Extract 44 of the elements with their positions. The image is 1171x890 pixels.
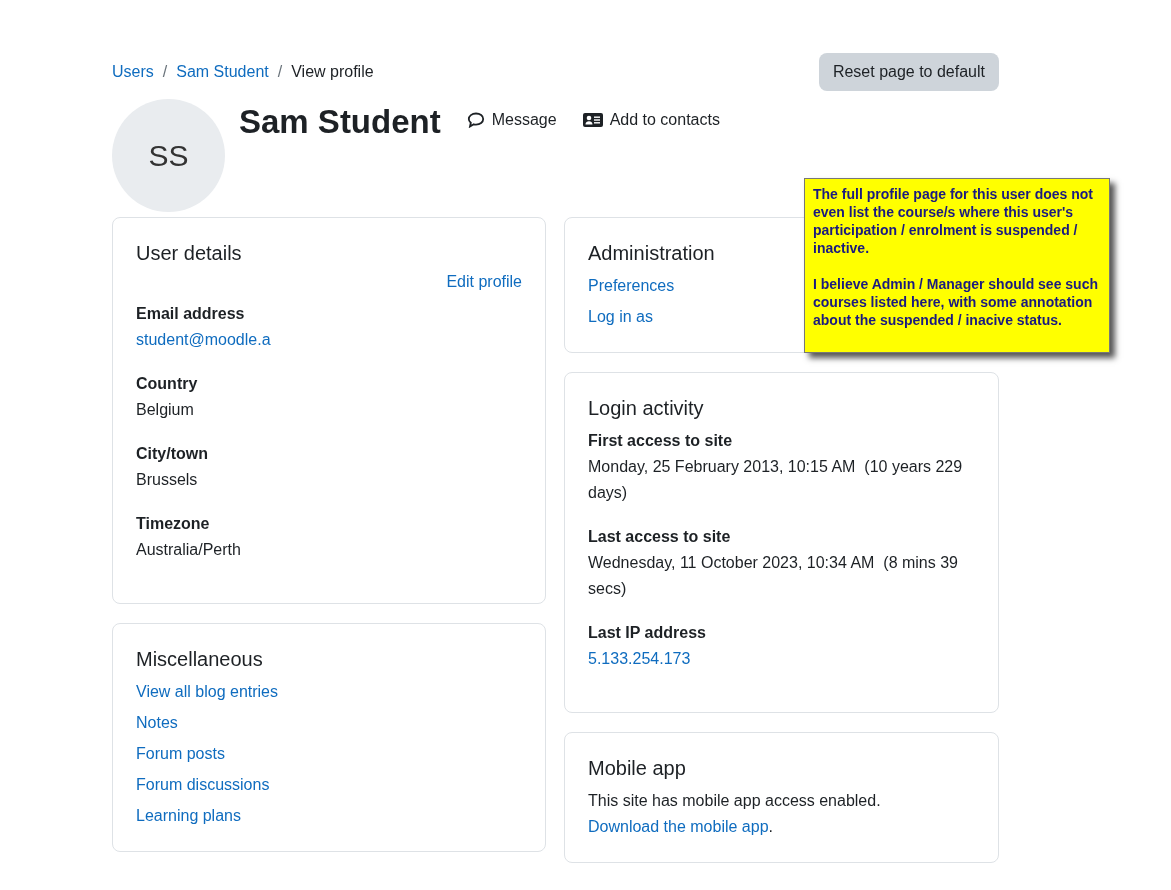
avatar-initials: SS [112, 99, 225, 212]
card-title: Administration [588, 242, 715, 265]
field-value: Wednesday, 11 October 2023, 10:34 AM (8 mins 39 secs) [588, 553, 959, 599]
breadcrumb-link[interactable]: Sam Student [176, 63, 269, 81]
breadcrumb-current: View profile [291, 63, 374, 81]
field-value-link[interactable]: student@moodle.a [136, 331, 271, 348]
contact-card-icon [582, 112, 603, 128]
card-link[interactable]: Notes [136, 710, 178, 736]
card-link[interactable]: Log in as [588, 304, 653, 330]
field-label: City/town [136, 444, 209, 464]
field-value: Brussels [136, 470, 199, 490]
card-title: Miscellaneous [136, 648, 263, 671]
note-text: I believe Admin / Manager should see such courses listed here, with some annotation about the suspended / inacive status. [813, 275, 1099, 329]
field-label: Last access to site [588, 527, 732, 547]
download-app-link[interactable]: Download the mobile app [588, 818, 769, 835]
reset-page-button[interactable]: Reset page to default [818, 53, 999, 91]
field-label: Timezone [136, 514, 211, 534]
download-sentence: Download the mobile app. [588, 817, 774, 837]
card-title: User details [136, 242, 242, 265]
card-text: This site has mobile app access enabled. [588, 791, 882, 811]
breadcrumb-separator: / [162, 63, 168, 81]
field-value-link[interactable]: 5.133.254.173 [588, 650, 691, 667]
field-value: Monday, 25 February 2013, 10:15 AM (10 years 229 days) [588, 457, 964, 503]
card-link[interactable]: Learning plans [136, 803, 241, 829]
card-link[interactable]: Forum posts [136, 741, 225, 767]
note-text: The full profile page for this user does not even list the course/s where this user's participation / enrolment is suspended / inactive. [813, 185, 1095, 257]
breadcrumb-link[interactable]: Users [112, 63, 154, 81]
card-link[interactable]: Preferences [588, 273, 675, 299]
breadcrumb-separator: / [277, 63, 283, 81]
add-to-contacts-link[interactable]: Add to contacts [582, 99, 720, 129]
field-label: Country [136, 374, 199, 394]
field-value: Belgium [136, 400, 195, 420]
card-link[interactable]: Forum discussions [136, 772, 270, 798]
edit-profile-link[interactable]: Edit profile [136, 273, 522, 291]
field-label: First access to site [588, 431, 734, 451]
message-link[interactable]: Message [466, 99, 557, 129]
field-value: Australia/Perth [136, 540, 242, 560]
card-title: Login activity [588, 397, 704, 420]
field-label: Last IP address [588, 623, 707, 643]
speech-bubble-icon [466, 112, 485, 128]
card-link[interactable]: View all blog entries [136, 679, 278, 705]
field-label: Email address [136, 304, 246, 324]
card-title: Mobile app [588, 757, 686, 780]
profile-name: Sam Student [239, 102, 441, 138]
